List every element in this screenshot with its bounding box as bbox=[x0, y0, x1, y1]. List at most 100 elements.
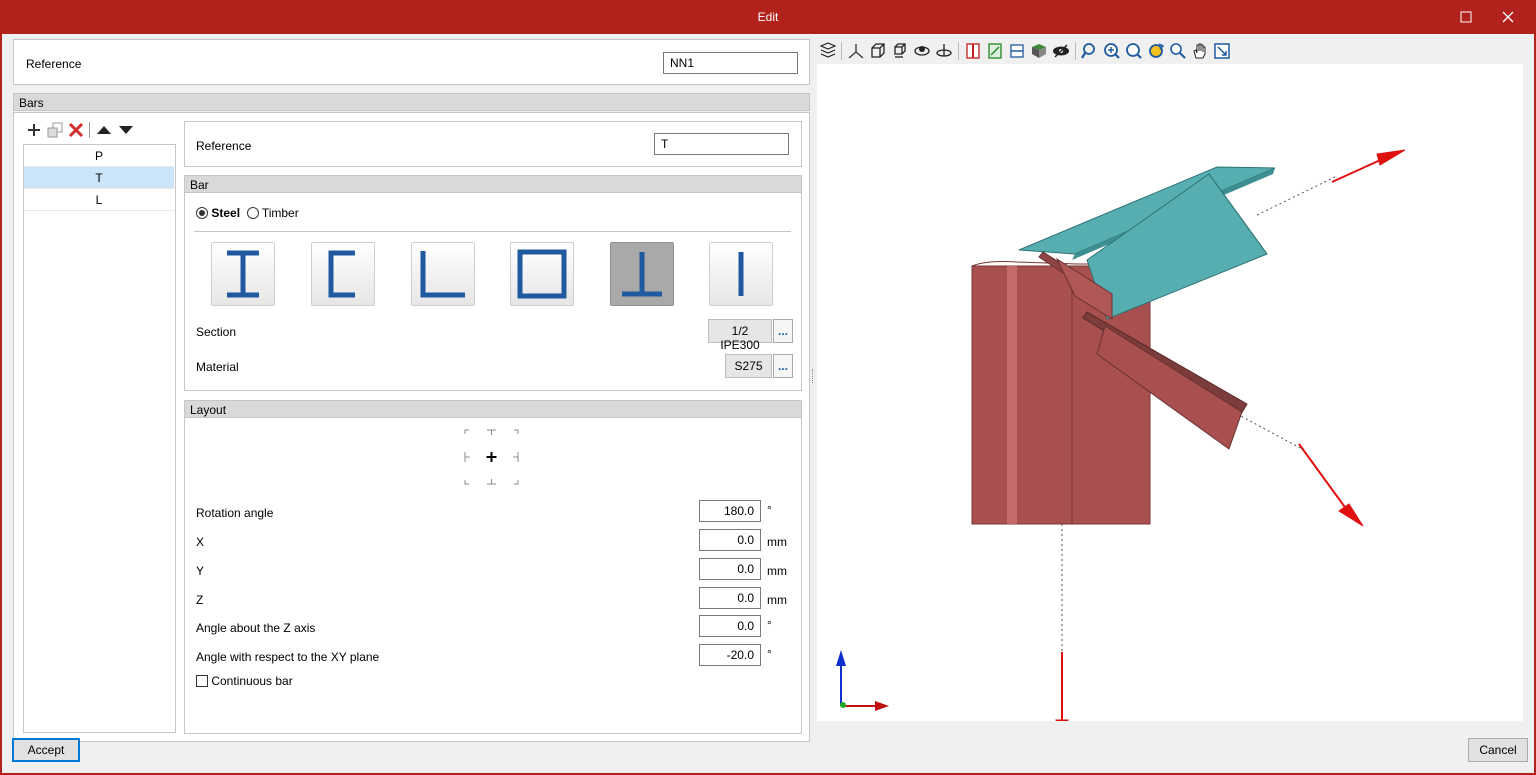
list-item[interactable]: L bbox=[24, 189, 174, 211]
z-axis-angle-label: Angle about the Z axis bbox=[196, 621, 316, 635]
anchor-point-selector[interactable] bbox=[462, 426, 522, 488]
rotation-angle-label: Rotation angle bbox=[196, 506, 274, 520]
continuous-bar-label: Continuous bar bbox=[211, 674, 293, 688]
x-input[interactable]: 0.0 bbox=[699, 529, 761, 551]
layers-icon[interactable] bbox=[819, 42, 837, 60]
box-section-icon bbox=[517, 249, 567, 299]
rotation-angle-input[interactable]: 180.0 bbox=[699, 500, 761, 522]
zoom-window-icon[interactable] bbox=[1169, 42, 1187, 60]
reference-input[interactable]: NN1 bbox=[663, 52, 798, 74]
bar-panel: Steel Timber Section 1/2 IPE300 ... Mate… bbox=[184, 193, 802, 391]
zoom-all-icon[interactable] bbox=[1103, 42, 1121, 60]
angle-section-icon bbox=[420, 251, 465, 298]
z-label: Z bbox=[196, 593, 204, 607]
divider bbox=[194, 231, 791, 232]
3d-viewport[interactable] bbox=[817, 64, 1523, 747]
visibility-icon[interactable] bbox=[1052, 42, 1070, 60]
y-label: Y bbox=[196, 564, 205, 578]
layout-header: Layout bbox=[184, 400, 802, 418]
maximize-icon bbox=[1460, 11, 1472, 23]
bars-list: P T L bbox=[23, 144, 176, 733]
rotation-angle-unit: ° bbox=[767, 503, 772, 517]
i-section-button[interactable] bbox=[211, 242, 275, 306]
bar-header: Bar bbox=[184, 175, 802, 193]
rotate-axis-icon[interactable] bbox=[935, 42, 953, 60]
xy-plane-angle-input[interactable]: -20.0 bbox=[699, 644, 761, 666]
x-label: X bbox=[196, 535, 205, 549]
continuous-bar-option[interactable]: Continuous bar bbox=[196, 674, 293, 688]
move-up-icon[interactable] bbox=[96, 123, 112, 137]
zoom-previous-icon[interactable] bbox=[1081, 42, 1099, 60]
z-axis-angle-input[interactable]: 0.0 bbox=[699, 615, 761, 637]
steel-label: Steel bbox=[211, 206, 241, 220]
tee-section-button[interactable] bbox=[610, 242, 674, 306]
cancel-button[interactable]: Cancel bbox=[1468, 738, 1528, 762]
material-browse-button[interactable]: ... bbox=[773, 354, 793, 378]
bars-header: Bars bbox=[13, 93, 810, 111]
pan-hand-icon[interactable] bbox=[1191, 42, 1209, 60]
flat-bar-button[interactable] bbox=[709, 242, 773, 306]
channel-section-icon bbox=[328, 250, 355, 298]
x-unit: mm bbox=[767, 535, 787, 549]
cube-view-icon[interactable] bbox=[869, 42, 887, 60]
timber-label: Timber bbox=[261, 206, 299, 220]
accept-button[interactable]: Accept bbox=[12, 738, 80, 762]
material-type-group: Steel Timber bbox=[196, 206, 299, 220]
move-down-icon[interactable] bbox=[118, 123, 134, 137]
y-unit: mm bbox=[767, 564, 787, 578]
toolbar-separator bbox=[1075, 42, 1076, 60]
z-input[interactable]: 0.0 bbox=[699, 587, 761, 609]
section-browse-button[interactable]: ... bbox=[773, 319, 793, 343]
window-title: Edit bbox=[757, 10, 779, 24]
plane-view-icon[interactable] bbox=[986, 42, 1004, 60]
bar-reference-panel: Reference T bbox=[184, 121, 802, 167]
section-value: 1/2 IPE300 bbox=[708, 319, 772, 352]
toolbar-separator bbox=[841, 42, 842, 60]
copy-icon[interactable] bbox=[47, 122, 63, 138]
z-unit: mm bbox=[767, 593, 787, 607]
layout-panel: Rotation angle 180.0 ° X 0.0 mm Y 0.0 mm… bbox=[184, 418, 802, 734]
toolbar-separator bbox=[89, 122, 90, 138]
section-label: Section bbox=[196, 325, 237, 339]
timber-radio[interactable] bbox=[246, 207, 259, 219]
zoom-icon[interactable] bbox=[1125, 42, 1143, 60]
axes-icon[interactable] bbox=[847, 42, 865, 60]
list-item[interactable]: T bbox=[24, 167, 174, 189]
section-view-icon[interactable] bbox=[964, 42, 982, 60]
xy-plane-angle-unit: ° bbox=[767, 647, 772, 661]
material-value: S275 bbox=[725, 354, 772, 378]
close-icon bbox=[1502, 11, 1514, 23]
flat-bar-icon bbox=[738, 252, 744, 296]
maximize-button[interactable] bbox=[1443, 0, 1489, 34]
bar-reference-label: Reference bbox=[196, 139, 252, 153]
splitter-handle[interactable] bbox=[812, 369, 815, 383]
continuous-bar-checkbox[interactable] bbox=[196, 675, 208, 687]
z-axis-angle-unit: ° bbox=[767, 618, 772, 632]
y-input[interactable]: 0.0 bbox=[699, 558, 761, 580]
steel-radio[interactable] bbox=[196, 207, 208, 219]
dialog-body: Reference NN1 Bars P T L Reference T Bar bbox=[2, 34, 1534, 773]
connection-3d-model bbox=[836, 149, 1406, 747]
reference-panel: Reference NN1 bbox=[13, 39, 810, 85]
box-section-button[interactable] bbox=[510, 242, 574, 306]
channel-section-button[interactable] bbox=[311, 242, 375, 306]
cube-rotate-icon[interactable] bbox=[891, 42, 909, 60]
coordinate-axes-icon bbox=[836, 650, 889, 711]
material-label: Material bbox=[196, 360, 239, 374]
delete-icon[interactable] bbox=[68, 122, 84, 138]
tee-section-icon bbox=[622, 252, 662, 297]
title-bar: Edit bbox=[0, 0, 1536, 34]
angle-section-button[interactable] bbox=[411, 242, 475, 306]
bar-reference-input[interactable]: T bbox=[654, 133, 789, 155]
fit-window-icon[interactable] bbox=[1213, 42, 1231, 60]
view-toolbar bbox=[816, 34, 1532, 64]
elevation-view-icon[interactable] bbox=[1008, 42, 1026, 60]
close-button[interactable] bbox=[1485, 0, 1531, 34]
add-icon[interactable] bbox=[26, 122, 42, 138]
list-item[interactable]: P bbox=[24, 145, 174, 167]
solid-view-icon[interactable] bbox=[1030, 42, 1048, 60]
orbit-icon[interactable] bbox=[913, 42, 931, 60]
redraw-icon[interactable] bbox=[1147, 42, 1165, 60]
bars-area: P T L Reference T Bar Steel Timber Secti… bbox=[13, 112, 810, 742]
bars-toolbar bbox=[26, 122, 146, 140]
